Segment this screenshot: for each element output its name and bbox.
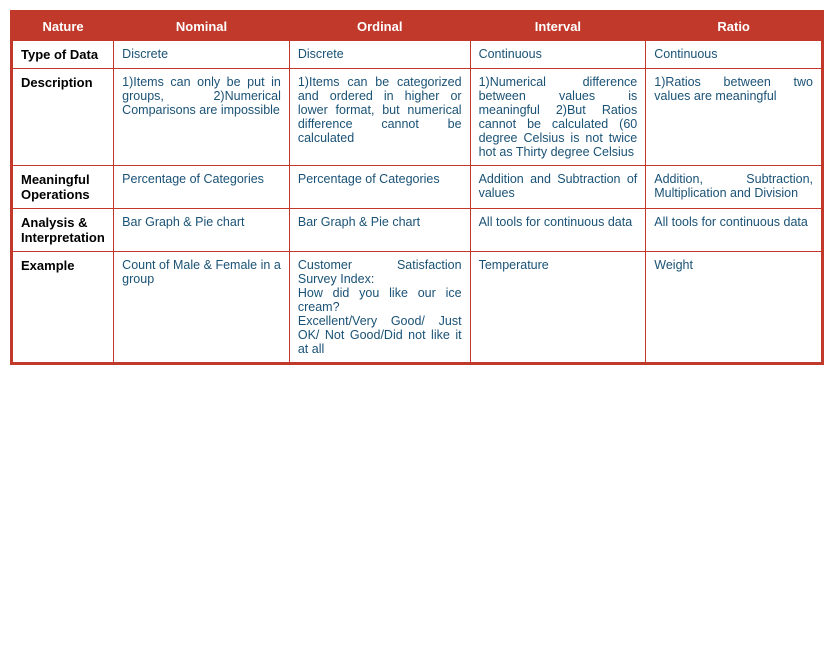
row1-nominal: 1)Items can only be put in groups, 2)Num… [114, 69, 290, 166]
table-row: Meaningful Operations Percentage of Cate… [13, 166, 822, 209]
header-row: Nature Nominal Ordinal Interval Ratio [13, 13, 822, 41]
header-interval: Interval [470, 13, 646, 41]
table-row: Example Count of Male & Female in a grou… [13, 252, 822, 363]
row0-ordinal: Discrete [289, 41, 470, 69]
row1-ordinal: 1)Items can be categorized and ordered i… [289, 69, 470, 166]
row1-ratio: 1)Ratios between two values are meaningf… [646, 69, 822, 166]
row3-interval: All tools for continuous data [470, 209, 646, 252]
row3-nature: Analysis & Interpretation [13, 209, 114, 252]
row3-ordinal: Bar Graph & Pie chart [289, 209, 470, 252]
header-nature: Nature [13, 13, 114, 41]
data-table: Nature Nominal Ordinal Interval Ratio Ty… [12, 12, 822, 363]
row3-ratio: All tools for continuous data [646, 209, 822, 252]
row0-interval: Continuous [470, 41, 646, 69]
row2-ratio: Addition, Subtraction, Multiplication an… [646, 166, 822, 209]
row4-nominal: Count of Male & Female in a group [114, 252, 290, 363]
row3-nominal: Bar Graph & Pie chart [114, 209, 290, 252]
main-table-wrapper: Nature Nominal Ordinal Interval Ratio Ty… [10, 10, 824, 365]
row4-nature: Example [13, 252, 114, 363]
row0-nature: Type of Data [13, 41, 114, 69]
row2-ordinal: Percentage of Categories [289, 166, 470, 209]
table-row: Analysis & Interpretation Bar Graph & Pi… [13, 209, 822, 252]
row0-nominal: Discrete [114, 41, 290, 69]
row2-nominal: Percentage of Categories [114, 166, 290, 209]
header-ratio: Ratio [646, 13, 822, 41]
header-nominal: Nominal [114, 13, 290, 41]
table-row: Type of Data Discrete Discrete Continuou… [13, 41, 822, 69]
row2-nature: Meaningful Operations [13, 166, 114, 209]
row4-ratio: Weight [646, 252, 822, 363]
row4-interval: Temperature [470, 252, 646, 363]
row2-interval: Addition and Subtraction of values [470, 166, 646, 209]
row4-ordinal: Customer Satisfaction Survey Index: How … [289, 252, 470, 363]
header-ordinal: Ordinal [289, 13, 470, 41]
row1-nature: Description [13, 69, 114, 166]
row1-interval: 1)Numerical difference between values is… [470, 69, 646, 166]
table-row: Description 1)Items can only be put in g… [13, 69, 822, 166]
row0-ratio: Continuous [646, 41, 822, 69]
